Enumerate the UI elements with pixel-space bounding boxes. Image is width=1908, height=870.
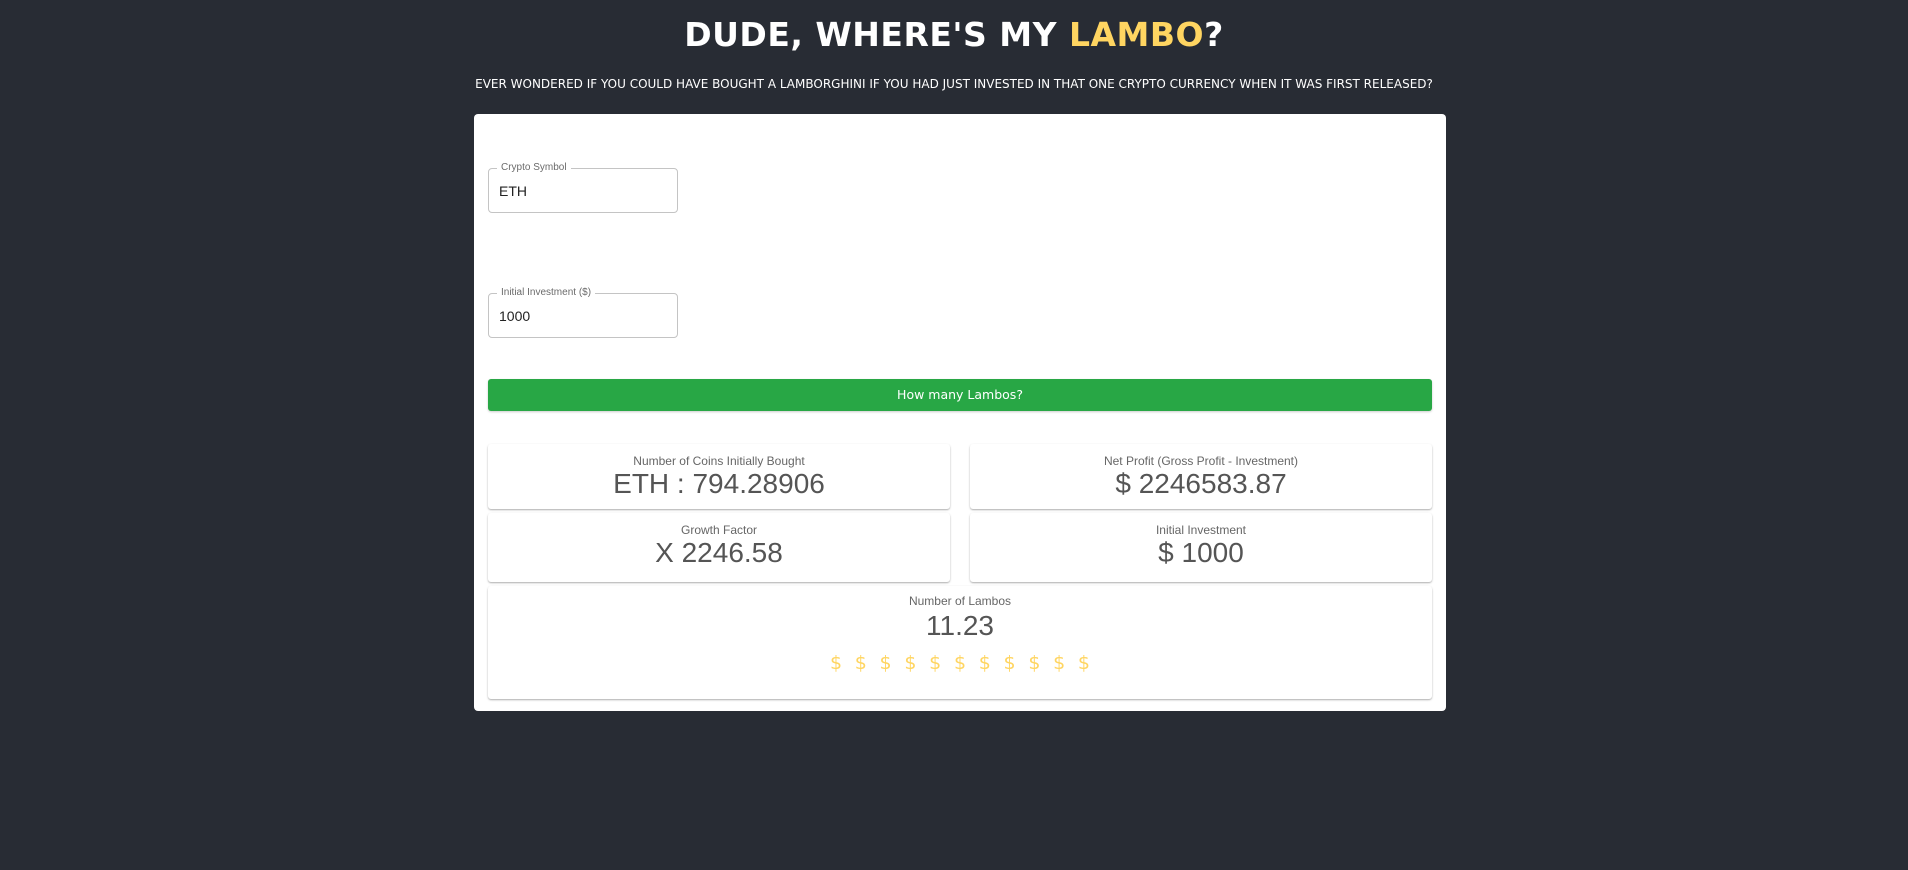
dollar-icon: $ bbox=[854, 652, 867, 674]
page-title: DUDE, WHERE'S MY LAMBO? bbox=[0, 12, 1908, 58]
calculator-card: Crypto Symbol Initial Investment ($) How… bbox=[474, 114, 1446, 711]
title-accent: LAMBO bbox=[1068, 15, 1205, 54]
number-of-lambos-label: Number of Lambos bbox=[908, 594, 1012, 608]
net-profit-label: Net Profit (Gross Profit - Investment) bbox=[1103, 454, 1299, 468]
crypto-symbol-field: Crypto Symbol bbox=[488, 162, 678, 213]
dollar-icon: $ bbox=[1077, 652, 1091, 674]
crypto-symbol-label: Crypto Symbol bbox=[497, 162, 571, 174]
dollar-icon: $ bbox=[904, 652, 917, 674]
dollar-icon: $ bbox=[1053, 652, 1066, 674]
dollar-icon: $ bbox=[879, 652, 892, 674]
growth-factor-value: X 2246.58 bbox=[655, 537, 783, 568]
number-of-lambos-card: Number of Lambos 11.23 $ $ $ $ $ $ $ $ $ $ $ bbox=[488, 586, 1432, 699]
initial-investment-result-value: $ 1000 bbox=[1158, 537, 1244, 568]
coins-bought-value: ETH : 794.28906 bbox=[613, 468, 825, 499]
dollar-icon: $ bbox=[1028, 652, 1041, 674]
coins-bought-card: Number of Coins Initially Bought ETH : 7… bbox=[488, 444, 950, 509]
initial-investment-result-label: Initial Investment bbox=[1155, 523, 1247, 537]
crypto-symbol-input[interactable] bbox=[499, 181, 669, 201]
initial-investment-label: Initial Investment ($) bbox=[497, 287, 596, 299]
net-profit-value: $ 2246583.87 bbox=[1115, 468, 1287, 499]
initial-investment-input[interactable] bbox=[499, 306, 669, 326]
lambo-icon-row: $ $ $ $ $ $ $ $ $ $ $ bbox=[488, 649, 1432, 677]
dollar-icon: $ bbox=[929, 652, 942, 674]
net-profit-card: Net Profit (Gross Profit - Investment) $… bbox=[970, 444, 1432, 509]
title-suffix: ? bbox=[1204, 15, 1224, 54]
dollar-icon: $ bbox=[829, 652, 843, 674]
title-prefix: DUDE, WHERE'S MY bbox=[684, 15, 1069, 54]
dollar-icon: $ bbox=[1003, 652, 1016, 674]
coins-bought-label: Number of Coins Initially Bought bbox=[633, 454, 805, 468]
initial-investment-field: Initial Investment ($) bbox=[488, 287, 678, 338]
initial-investment-card: Initial Investment $ 1000 bbox=[970, 513, 1432, 582]
page-subtitle: EVER WONDERED IF YOU COULD HAVE BOUGHT A… bbox=[475, 77, 1433, 91]
growth-factor-label: Growth Factor bbox=[680, 523, 758, 537]
number-of-lambos-value: 11.23 bbox=[926, 610, 994, 641]
dollar-icon: $ bbox=[953, 652, 967, 674]
dollar-icon: $ bbox=[978, 652, 991, 674]
how-many-lambos-button[interactable]: How many Lambos? bbox=[488, 379, 1432, 411]
growth-factor-card: Growth Factor X 2246.58 bbox=[488, 513, 950, 582]
